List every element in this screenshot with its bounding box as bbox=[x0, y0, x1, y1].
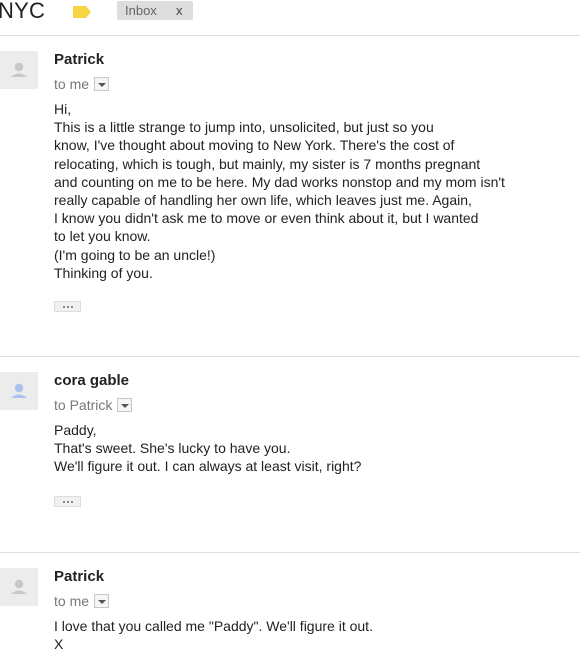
body-line: (I'm going to be an uncle!) bbox=[54, 246, 216, 263]
body-line: know, I've thought about moving to New Y… bbox=[54, 137, 455, 154]
message-1[interactable]: Patrick to me Hi, This is a little stran… bbox=[0, 51, 580, 321]
sender-avatar bbox=[0, 51, 38, 89]
message-body: Hi, This is a little strange to jump int… bbox=[54, 100, 574, 282]
message-3[interactable]: Patrick to me I love that you called me … bbox=[0, 568, 580, 664]
divider bbox=[0, 552, 580, 553]
body-line: This is a little strange to jump into, u… bbox=[54, 119, 434, 136]
recipient-label: to me bbox=[54, 593, 90, 609]
body-line: I love that you called me "Paddy". We'll… bbox=[54, 618, 373, 634]
body-line: That's sweet. She's lucky to have you. bbox=[54, 440, 291, 457]
body-line: and counting on me to be here. My dad wo… bbox=[54, 173, 505, 190]
show-details-button[interactable] bbox=[117, 398, 133, 412]
sender-name: Patrick bbox=[54, 51, 105, 68]
message-body: I love that you called me "Paddy". We'll… bbox=[54, 617, 574, 653]
sender-name: Patrick bbox=[54, 568, 105, 585]
body-line: Thinking of you. bbox=[54, 264, 153, 281]
recipient-line: to me bbox=[54, 592, 110, 610]
show-details-button[interactable] bbox=[94, 594, 110, 608]
thread-header: NYC Inbox x bbox=[0, 0, 580, 24]
sender-avatar bbox=[0, 372, 38, 410]
recipient-line: to me bbox=[54, 75, 110, 93]
body-line: to let you know. bbox=[54, 228, 151, 245]
show-trimmed-content-button[interactable] bbox=[54, 496, 81, 507]
body-line: really capable of handling her own life,… bbox=[54, 192, 472, 209]
body-line: relocating, which is tough, but mainly, … bbox=[54, 155, 481, 172]
person-icon bbox=[11, 579, 27, 594]
body-line: Paddy, bbox=[54, 422, 97, 438]
inbox-label-chip: Inbox x bbox=[117, 1, 193, 20]
body-line: We'll figure it out. I can always at lea… bbox=[54, 458, 362, 475]
message-2[interactable]: cora gable to Patrick Paddy, That's swee… bbox=[0, 372, 580, 522]
inbox-label: Inbox bbox=[125, 3, 157, 18]
person-icon bbox=[11, 383, 27, 398]
body-line: X bbox=[54, 636, 64, 653]
sender-avatar bbox=[0, 568, 38, 606]
divider bbox=[0, 356, 580, 357]
divider bbox=[0, 35, 580, 36]
body-line: I know you didn't ask me to move or even… bbox=[54, 210, 479, 227]
sender-name: cora gable bbox=[54, 372, 130, 389]
label-tag-icon[interactable] bbox=[73, 6, 91, 18]
message-body: Paddy, That's sweet. She's lucky to have… bbox=[54, 421, 574, 476]
body-line: Hi, bbox=[54, 101, 72, 117]
thread-subject: NYC bbox=[0, 0, 46, 23]
show-details-button[interactable] bbox=[94, 77, 110, 91]
remove-label-button[interactable]: x bbox=[176, 1, 183, 20]
recipient-label: to me bbox=[54, 76, 90, 92]
person-icon bbox=[11, 62, 27, 77]
recipient-line: to Patrick bbox=[54, 396, 133, 414]
recipient-label: to Patrick bbox=[54, 397, 113, 413]
show-trimmed-content-button[interactable] bbox=[54, 301, 81, 312]
